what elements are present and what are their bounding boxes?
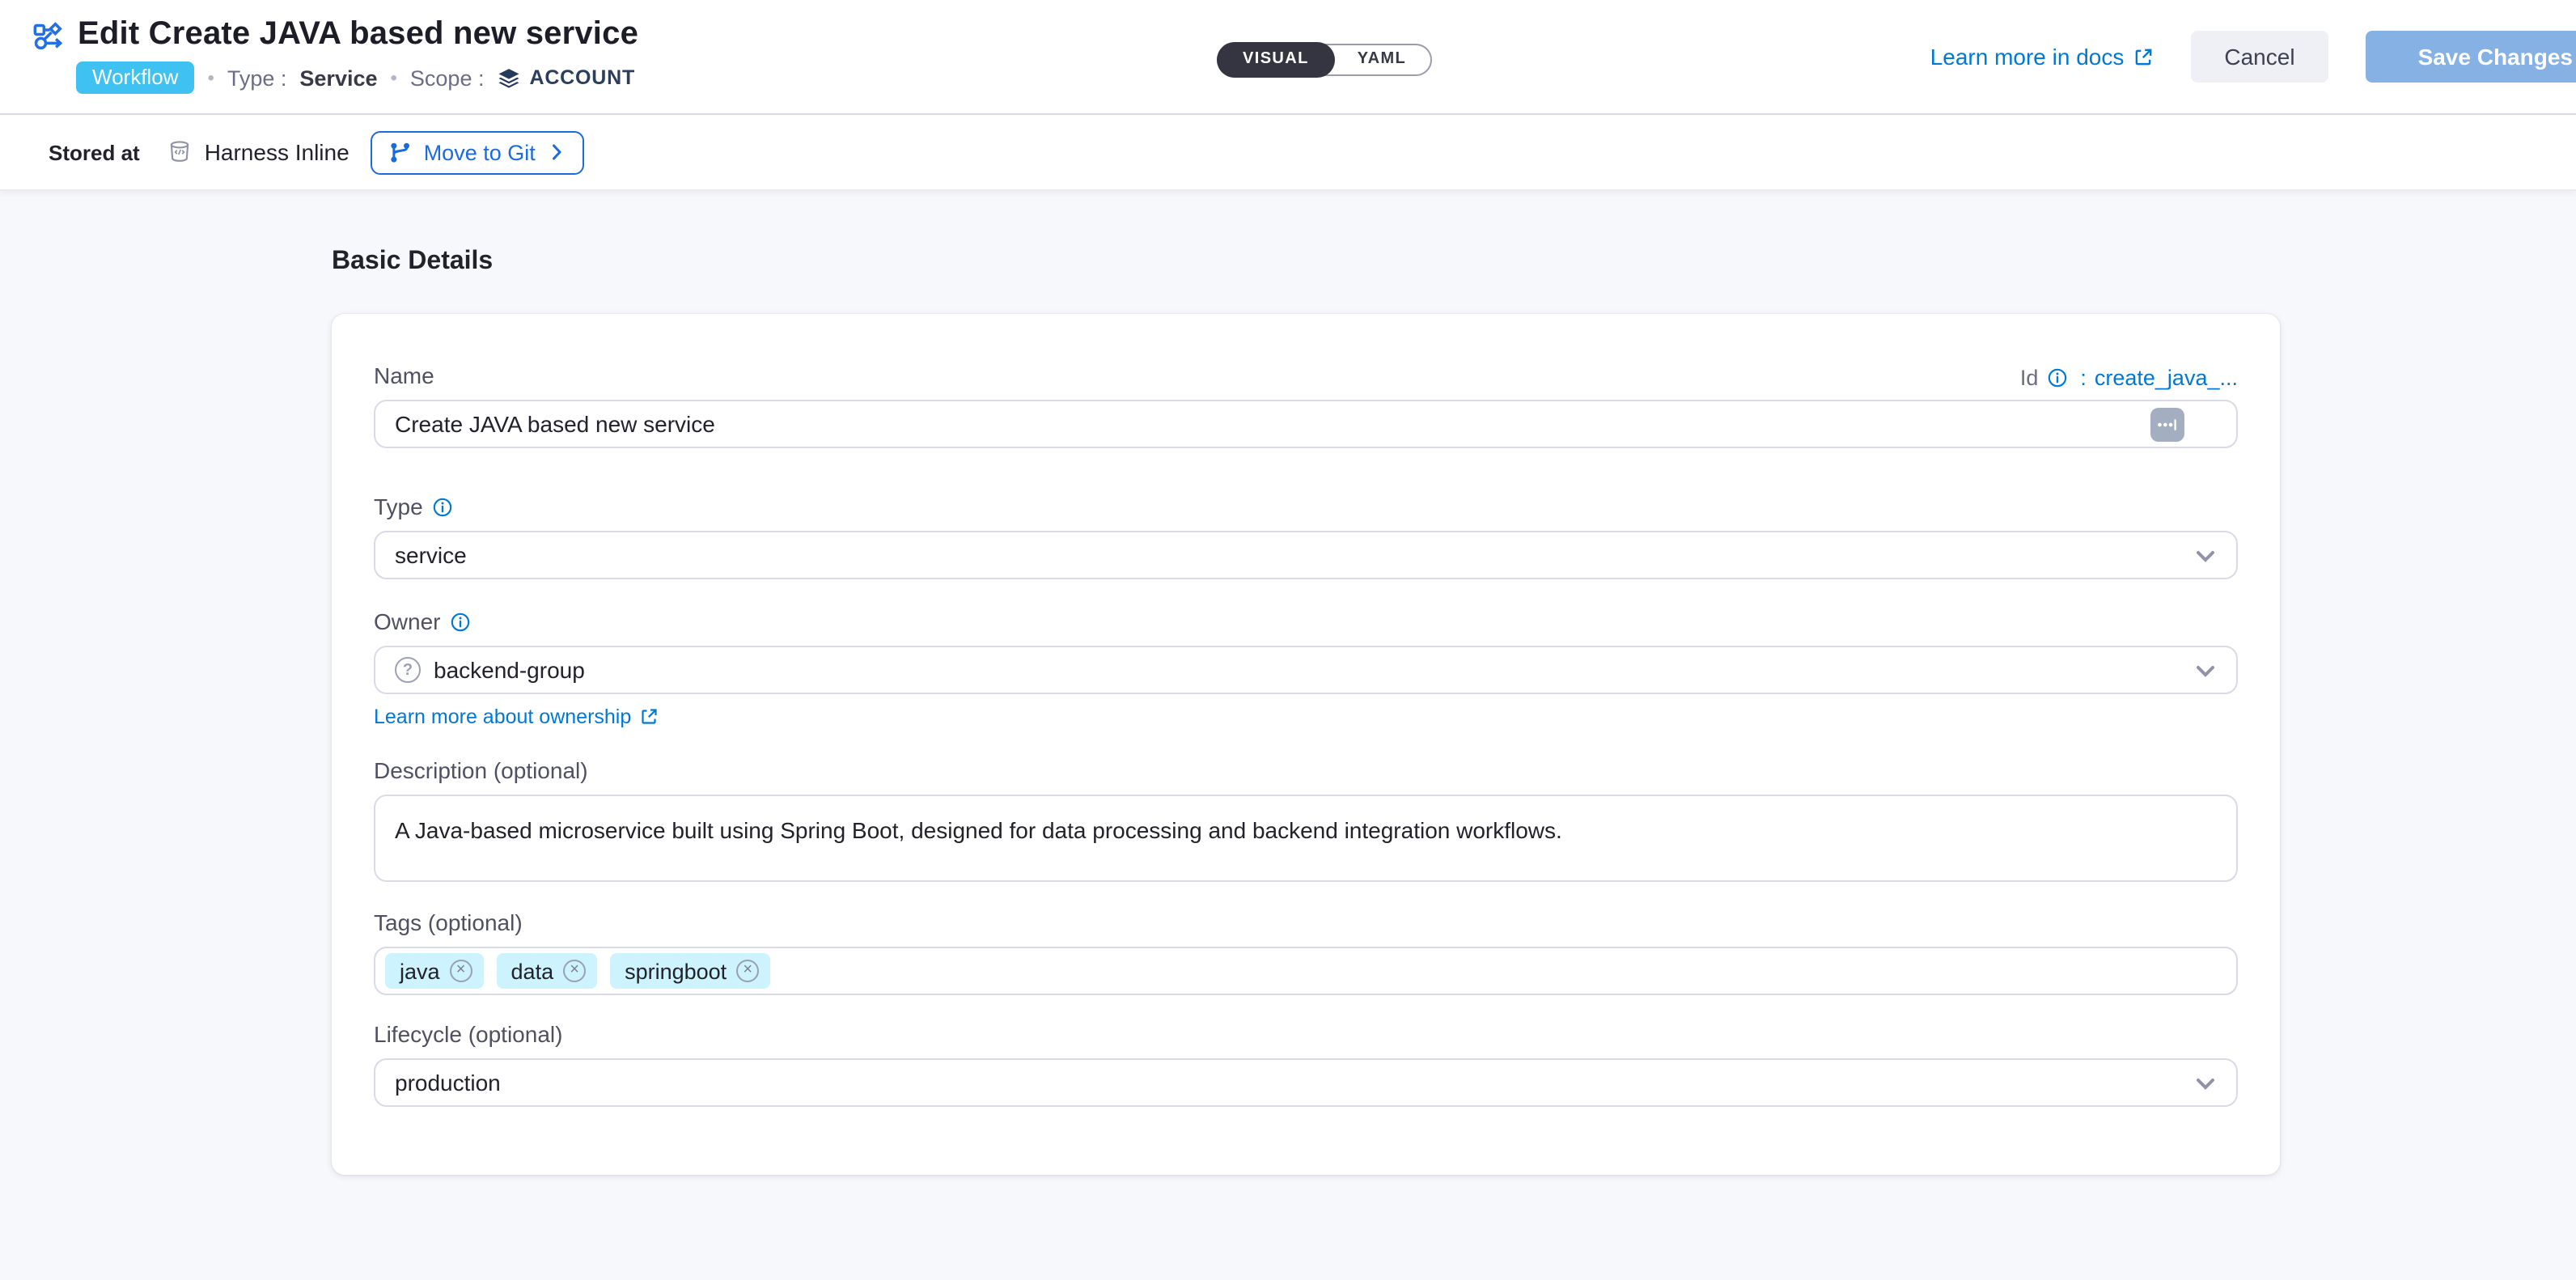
type-field-row: Type service <box>374 494 2238 579</box>
save-changes-button[interactable]: Save Changes <box>2366 31 2576 83</box>
type-select-value: service <box>395 542 467 568</box>
lifecycle-label: Lifecycle (optional) <box>374 1021 562 1049</box>
tag-chip: data × <box>497 953 598 989</box>
name-input-box <box>374 400 2238 448</box>
tag-chip-label: java <box>400 959 440 983</box>
type-label: Type <box>374 494 423 521</box>
workflow-icon <box>32 19 65 51</box>
lifecycle-select[interactable]: production <box>374 1058 2238 1107</box>
tag-remove-icon[interactable]: × <box>563 960 586 982</box>
id-label: Id <box>2020 366 2039 390</box>
header-left: Edit Create JAVA based new service Workf… <box>32 16 638 94</box>
chevron-right-icon <box>547 142 566 162</box>
entity-id: Id : create_java_... <box>2020 366 2238 390</box>
description-textarea[interactable]: A Java-based microservice built using Sp… <box>374 795 2238 882</box>
id-colon: : <box>2080 366 2087 390</box>
move-to-git-label: Move to Git <box>424 140 536 164</box>
header-actions: Learn more in docs Cancel Save Changes <box>1930 31 2576 83</box>
stored-at-label: Stored at <box>49 140 140 164</box>
owner-label: Owner <box>374 608 440 636</box>
chevron-down-icon <box>2196 550 2215 563</box>
type-meta-value: Service <box>299 66 377 90</box>
lifecycle-select-value: production <box>395 1070 501 1096</box>
tag-chip: springboot × <box>610 953 770 989</box>
stored-location-label: Harness Inline <box>205 139 350 165</box>
owner-field-row: Owner ? backend-group <box>374 608 2238 728</box>
type-select[interactable]: service <box>374 531 2238 579</box>
owner-select-value: backend-group <box>434 657 585 683</box>
type-meta-label: Type : <box>227 66 287 90</box>
page-header: Edit Create JAVA based new service Workf… <box>0 0 2576 115</box>
lifecycle-field-row: Lifecycle (optional) production <box>374 1021 2238 1107</box>
description-field-row: Description (optional) A Java-based micr… <box>374 757 2238 890</box>
tag-remove-icon[interactable]: × <box>736 960 759 982</box>
ownership-link-label: Learn more about ownership <box>374 706 631 728</box>
cancel-button[interactable]: Cancel <box>2190 31 2328 83</box>
chevron-down-icon <box>2196 1078 2215 1091</box>
name-input[interactable] <box>375 411 2236 437</box>
move-to-git-button[interactable]: Move to Git <box>371 130 584 174</box>
harness-inline-icon <box>167 139 193 165</box>
runtime-input-icon[interactable] <box>2150 408 2184 442</box>
description-label: Description (optional) <box>374 757 588 785</box>
scope-meta-value: ACCOUNT <box>529 66 635 89</box>
info-icon <box>450 612 471 633</box>
tag-chip-label: data <box>511 959 554 983</box>
tags-label: Tags (optional) <box>374 909 523 937</box>
tags-field-row: Tags (optional) java × data × springboot… <box>374 909 2238 995</box>
layers-icon <box>497 66 521 90</box>
tag-chip-label: springboot <box>625 959 727 983</box>
question-icon: ? <box>395 657 421 683</box>
separator-dot: • <box>391 66 397 89</box>
info-icon <box>433 497 454 518</box>
chevron-down-icon <box>2196 665 2215 678</box>
external-link-icon <box>639 707 659 727</box>
main-content: Basic Details Name Id : create_java_... <box>0 191 2576 1175</box>
workflow-badge: Workflow <box>76 61 194 94</box>
name-label: Name <box>374 362 434 390</box>
ownership-link[interactable]: Learn more about ownership <box>374 706 2238 728</box>
id-value[interactable]: create_java_... <box>2095 366 2238 390</box>
docs-link-label: Learn more in docs <box>1930 44 2125 70</box>
git-branch-icon <box>388 140 413 164</box>
basic-details-card: Name Id : create_java_... <box>332 314 2280 1175</box>
tags-input-box[interactable]: java × data × springboot × <box>374 947 2238 995</box>
external-link-icon <box>2132 46 2153 67</box>
separator-dot: • <box>207 66 214 89</box>
section-title: Basic Details <box>332 248 2576 277</box>
visual-yaml-toggle: VISUAL YAML <box>1217 44 1432 76</box>
owner-select[interactable]: ? backend-group <box>374 646 2238 694</box>
name-field-row: Name Id : create_java_... <box>374 362 2238 448</box>
scope-meta-label: Scope : <box>410 66 485 90</box>
tag-chip: java × <box>385 953 484 989</box>
workflow-edit-page: Edit Create JAVA based new service Workf… <box>0 0 2576 1280</box>
stored-at-bar: Stored at Harness Inline Move to Git <box>0 115 2576 191</box>
toggle-visual[interactable]: VISUAL <box>1217 42 1335 78</box>
tag-remove-icon[interactable]: × <box>450 960 472 982</box>
page-title: Edit Create JAVA based new service <box>78 16 638 53</box>
info-icon <box>2046 367 2067 388</box>
docs-link[interactable]: Learn more in docs <box>1930 44 2154 70</box>
toggle-yaml[interactable]: YAML <box>1333 45 1430 74</box>
